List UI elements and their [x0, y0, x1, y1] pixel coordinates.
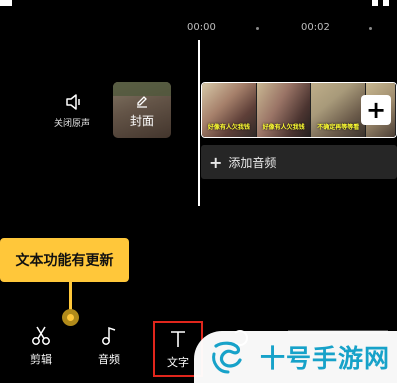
clip-frame: 好像有人欠我钱	[202, 83, 257, 137]
audio-tool-label: 音频	[98, 353, 120, 366]
clip-frame: 好像有人欠我钱	[256, 83, 312, 137]
speaker-icon	[66, 94, 80, 110]
scissors-icon	[32, 326, 50, 345]
frame-caption: 不确定再等等看	[317, 124, 360, 131]
playhead[interactable]	[198, 40, 200, 206]
cover-label: 封面	[129, 114, 154, 128]
ruler-dot	[369, 27, 372, 30]
add-audio-button[interactable]: + 添加音频	[201, 145, 397, 179]
cover-thumbnail[interactable]: 封面	[113, 82, 171, 138]
text-icon	[171, 331, 185, 347]
pencil-icon	[137, 96, 147, 108]
site-logo-icon	[212, 341, 242, 374]
mute-original-audio-button[interactable]: 关闭原声	[52, 94, 96, 129]
music-note-icon	[102, 326, 116, 345]
edit-tool-button[interactable]: 剪辑	[16, 326, 66, 367]
clip-frame: 不确定再等等看	[311, 83, 367, 137]
ruler-dot	[256, 27, 259, 30]
add-clip-button[interactable]: +	[361, 95, 391, 125]
add-audio-label: 添加音频	[228, 155, 277, 170]
cover-overlay	[113, 82, 171, 138]
audio-tool-button[interactable]: 音频	[84, 326, 134, 367]
top-bar-fragment	[0, 0, 12, 6]
frame-caption: 好像有人欠我钱	[207, 124, 250, 131]
plus-icon: +	[209, 152, 223, 172]
edit-tool-label: 剪辑	[30, 353, 52, 366]
ruler-time-start: 00:00	[187, 22, 216, 33]
plus-icon: +	[365, 96, 387, 124]
mute-label: 关闭原声	[53, 119, 90, 129]
frame-caption: 好像有人欠我钱	[262, 124, 305, 131]
top-bar-fragment	[372, 0, 378, 6]
feature-update-tooltip[interactable]: 文本功能有更新	[0, 238, 129, 282]
watermark-text: 十号手游网	[260, 344, 391, 373]
top-bar-fragment	[383, 0, 389, 6]
tooltip-anchor-dot	[62, 309, 79, 326]
tooltip-pointer	[69, 282, 72, 310]
tooltip-text: 文本功能有更新	[15, 253, 114, 269]
watermark-overlay: 十号手游网	[194, 331, 397, 383]
ruler-time-mark: 00:02	[301, 22, 330, 33]
